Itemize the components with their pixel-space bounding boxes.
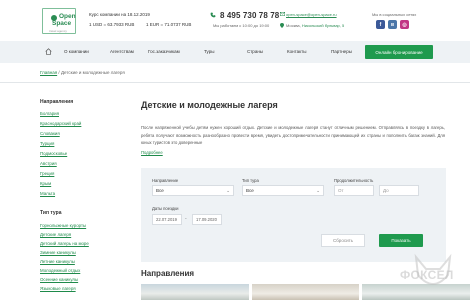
rate-usd: 1 USD = 63.7933 RUB [89, 22, 135, 27]
mail-icon [280, 12, 285, 16]
duration-label: Продолжительность [334, 178, 374, 183]
page-title: Детские и молодежные лагеря [141, 100, 278, 110]
address-city: Москва, [286, 23, 301, 28]
direction-select-value: Все [156, 188, 164, 193]
sidebar-item-greece[interactable]: Греция [40, 171, 54, 176]
logo-tagline: travel agency [49, 29, 67, 33]
date-range-separator: - [185, 216, 187, 222]
reset-button[interactable]: Сбросить [321, 234, 365, 247]
sidebar-item-austria[interactable]: Австрия [40, 161, 57, 166]
nav-item-countries[interactable]: Страны [247, 49, 263, 54]
sidebar-item-bulgaria[interactable]: Болгария [40, 111, 59, 116]
address-link[interactable]: Никольский бульвар, 5 [302, 23, 344, 28]
direction-select[interactable]: Все ⌄ [152, 185, 234, 196]
tour-type-label: Тип тура [242, 178, 259, 183]
rates-title: Курс компании на 18.12.2019 [89, 12, 150, 17]
header-divider [0, 82, 470, 83]
sidebar-directions-title: Направления [40, 99, 74, 105]
sidebar-item-turkey[interactable]: Турция [40, 141, 54, 146]
sidebar-types-title: Тип тура [40, 210, 62, 216]
date-to-input[interactable]: 17.09.2020 [192, 214, 222, 225]
watermark-text: ФОКСЕЛ [400, 268, 454, 282]
facebook-icon[interactable]: f [376, 20, 385, 29]
direction-label: Направление [152, 178, 179, 183]
directions-heading: Направления [141, 269, 195, 278]
sidebar-item-malta[interactable]: Мальта [40, 191, 55, 196]
nav-item-about[interactable]: О компании [64, 49, 89, 54]
read-more-link[interactable]: Подробнее [141, 150, 163, 155]
sidebar-item-sea-camp[interactable]: Детский лагерь на море [40, 241, 89, 246]
sidebar-item-moscow-region[interactable]: Подмосковье [40, 151, 67, 156]
nav-item-agencies[interactable]: Агентствам [110, 49, 134, 54]
online-booking-button[interactable]: Онлайн бронирование [365, 45, 433, 59]
sidebar-item-autumn-holidays[interactable]: Осенние каникулы [40, 277, 78, 282]
breadcrumb: Главная / Детские и молодежные лагеря [40, 70, 125, 75]
working-hours: Мы работаем с 10:00 до 19:00 [213, 23, 270, 28]
rate-eur: 1 EUR = 71.0737 RUB [146, 22, 192, 27]
tour-type-select-value: Все [246, 188, 254, 193]
vk-icon[interactable]: в [388, 20, 397, 29]
nav-item-contacts[interactable]: Контакты [287, 49, 306, 54]
social-links: f в ◎ [376, 20, 409, 29]
sidebar-item-kids-camps[interactable]: Детские лагеря [40, 232, 71, 237]
show-button[interactable]: Показать [379, 234, 423, 247]
home-icon[interactable] [45, 48, 52, 55]
sidebar-item-krasnodar[interactable]: Краснодарский край [40, 121, 81, 126]
sidebar-item-youth[interactable]: Молодежный отдых [40, 268, 80, 273]
phone-icon [210, 12, 216, 18]
tour-type-select[interactable]: Все ⌄ [242, 185, 324, 196]
intro-text: После напряженной учебы детям нужен хоро… [141, 125, 445, 146]
email-link[interactable]: open-space@open-space.ru [286, 12, 337, 17]
main-nav: О компании Агентствам Гос.заказчикам Тур… [0, 41, 470, 63]
direction-photo[interactable] [141, 284, 249, 300]
date-from-input[interactable]: 22.07.2019 [152, 214, 182, 225]
breadcrumb-separator: / [58, 70, 60, 75]
sidebar-item-summer-holidays[interactable]: Летние каникулы [40, 259, 75, 264]
phone-number[interactable]: 8 495 730 78 78 [220, 11, 279, 20]
social-label: Мы в социальных сетях [372, 12, 417, 17]
sidebar-item-winter-holidays[interactable]: Зимние каникулы [40, 250, 76, 255]
site-header: Open Space travel agency Курс компании н… [0, 0, 470, 40]
logo-line1: Open [59, 13, 76, 20]
sidebar-item-slovakia[interactable]: Словакия [40, 131, 60, 136]
trip-dates-label: Даты поездки [152, 206, 179, 211]
location-pin-icon [280, 23, 284, 28]
sidebar-item-crimea[interactable]: Крым [40, 181, 51, 186]
sidebar-item-ski[interactable]: Горнолыжные курорты [40, 223, 86, 228]
breadcrumb-current: Детские и молодежные лагеря [60, 70, 125, 75]
direction-photo[interactable] [251, 284, 360, 300]
nav-item-partners[interactable]: Партнеры [331, 49, 352, 54]
sidebar-item-language-camps[interactable]: Языковые лагеря [40, 286, 76, 291]
duration-from-input[interactable]: От [334, 185, 374, 196]
nav-item-government[interactable]: Гос.заказчикам [148, 49, 180, 54]
site-logo[interactable]: Open Space travel agency [42, 8, 76, 34]
breadcrumb-home[interactable]: Главная [40, 70, 57, 75]
duration-to-input[interactable]: До [379, 185, 419, 196]
nav-item-tours[interactable]: Туры [204, 49, 214, 54]
address: Москва, Никольский бульвар, 5 [286, 23, 344, 28]
chevron-down-icon: ⌄ [316, 188, 320, 193]
instagram-icon[interactable]: ◎ [400, 20, 409, 29]
chevron-down-icon: ⌄ [226, 188, 230, 193]
logo-line2: Space [52, 20, 72, 27]
